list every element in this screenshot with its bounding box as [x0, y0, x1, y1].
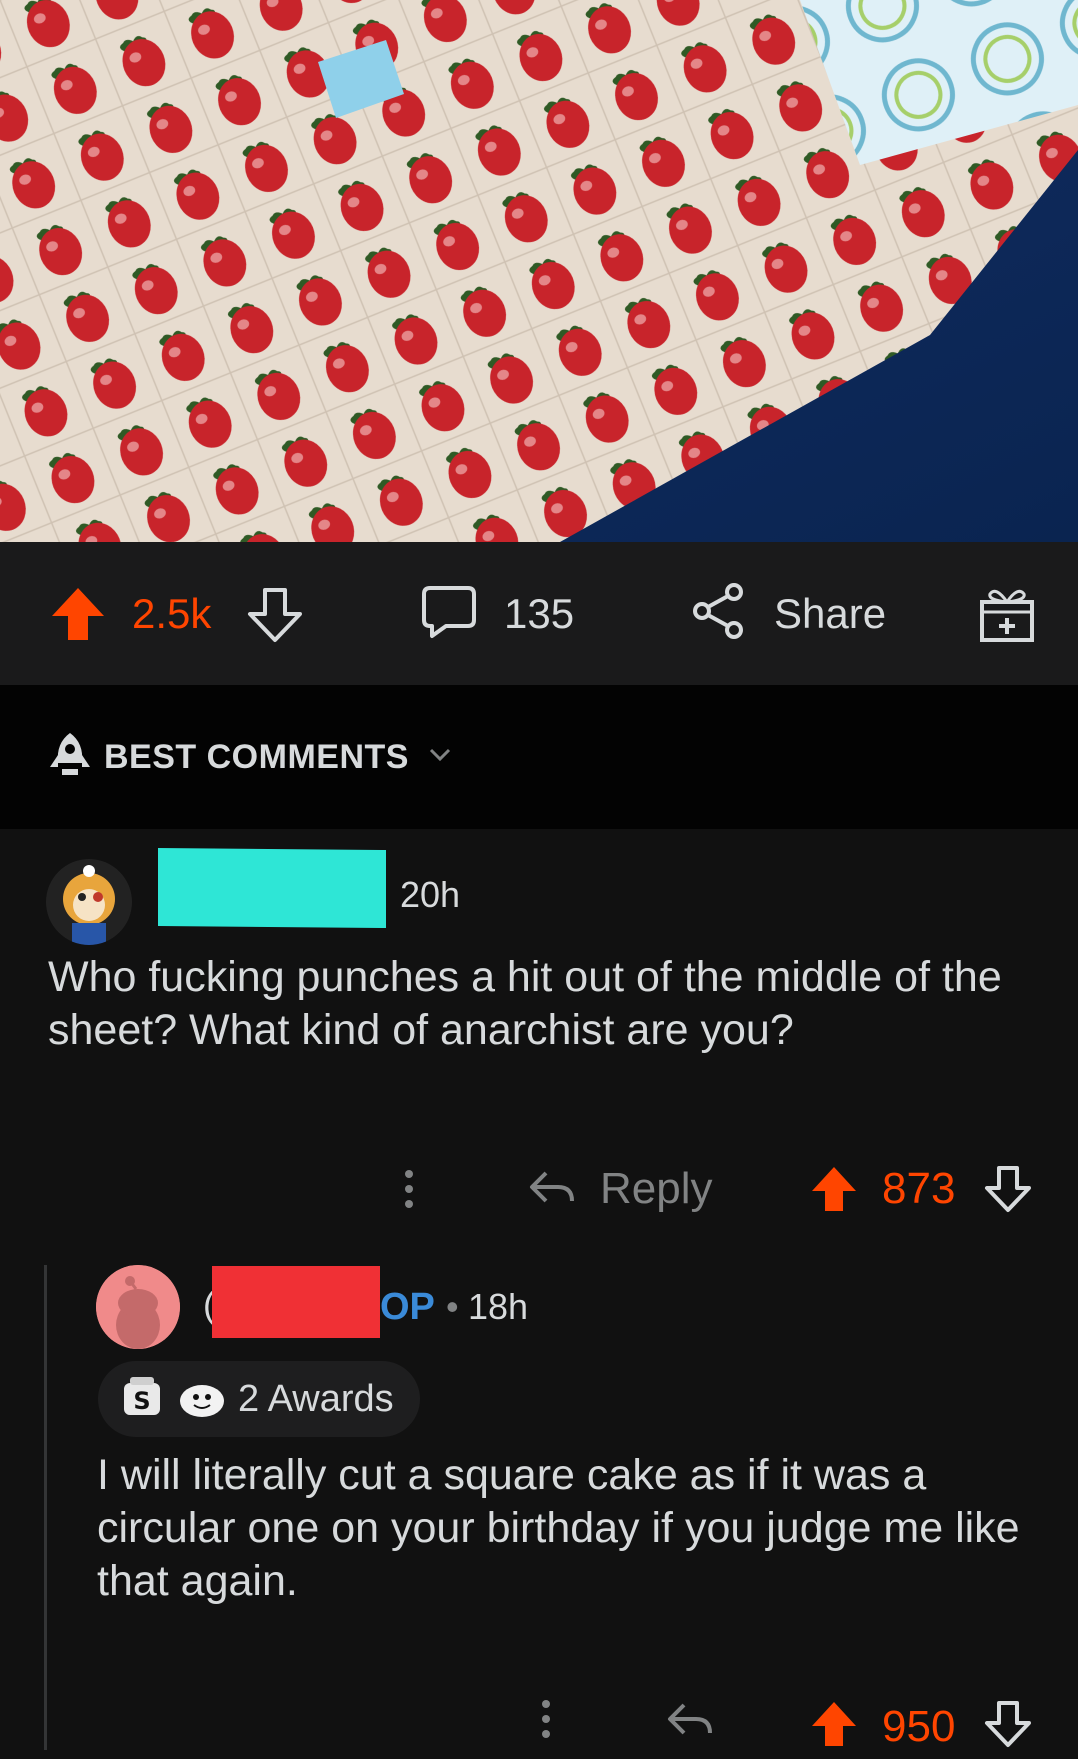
comment-body: I will literally cut a square cake as if… — [97, 1451, 1020, 1605]
awards-label: 2 Awards — [238, 1377, 394, 1420]
silver-award-icon: S — [120, 1375, 164, 1424]
vertical-dots-icon[interactable] — [397, 1149, 421, 1229]
comment-list: 20h Who fucking punches a hit out of the… — [0, 829, 1078, 1751]
comment-body: Who fucking punches a hit out of the mid… — [48, 953, 1002, 1054]
comment-age: 20h — [400, 874, 461, 915]
share-label: Share — [774, 589, 887, 637]
upvote-icon[interactable] — [810, 1699, 858, 1759]
avatar[interactable] — [96, 1265, 180, 1349]
comment-age: 18h — [468, 1286, 529, 1327]
speech-bubble-icon — [420, 582, 478, 645]
comment-score: 873 — [882, 1164, 956, 1213]
sort-label: BEST COMMENTS — [104, 737, 409, 776]
post-score: 2.5k — [132, 589, 212, 637]
comments-button[interactable]: 135 — [420, 542, 574, 685]
reply-label: Reply — [600, 1164, 713, 1213]
reply-arrow-icon[interactable] — [666, 1699, 714, 1759]
avatar[interactable] — [46, 859, 132, 945]
reply-button[interactable]: Reply — [528, 1149, 713, 1229]
separator: • — [446, 1286, 459, 1327]
share-button[interactable]: Share — [692, 542, 886, 685]
wholesome-seal-icon — [178, 1375, 226, 1424]
reply-arrow-icon — [528, 1167, 576, 1212]
op-tag: OP — [380, 1286, 435, 1328]
svg-text:S: S — [133, 1387, 150, 1415]
redacted-username — [212, 1266, 380, 1338]
post-action-bar: 2.5k 135 Share — [0, 542, 1078, 685]
comment-sort-bar[interactable]: BEST COMMENTS — [0, 685, 1078, 829]
comment-score: 950 — [882, 1702, 956, 1751]
gift-box-icon[interactable] — [978, 542, 1036, 685]
post-image[interactable] — [0, 0, 1078, 542]
downvote-icon[interactable] — [246, 542, 304, 685]
vertical-dots-icon[interactable] — [534, 1699, 558, 1759]
comment-count: 135 — [504, 589, 575, 637]
downvote-icon[interactable] — [984, 1699, 1032, 1759]
comment-actions: 950 — [0, 1699, 1078, 1759]
share-nodes-icon — [692, 582, 748, 645]
awards-pill[interactable]: S 2 Awards — [98, 1361, 420, 1437]
upvote-icon[interactable] — [810, 1149, 858, 1229]
comment-actions: Reply 873 — [0, 1149, 1078, 1229]
thread-line[interactable] — [44, 1265, 47, 1750]
redacted-username — [158, 848, 386, 928]
upvote-icon[interactable] — [48, 542, 108, 685]
chevron-down-icon — [429, 747, 451, 768]
rocket-icon — [48, 731, 92, 784]
downvote-icon[interactable] — [984, 1149, 1032, 1229]
